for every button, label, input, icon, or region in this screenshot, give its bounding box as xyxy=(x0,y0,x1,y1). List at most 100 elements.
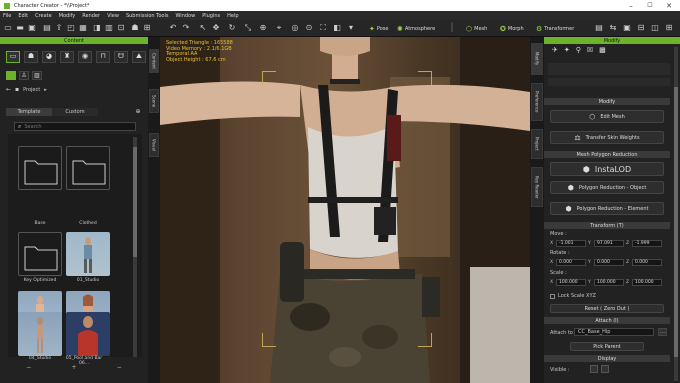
content-accessory-icon[interactable]: ◉ xyxy=(78,51,92,63)
instalod-button[interactable]: ⬢ InstaLOD xyxy=(550,162,664,176)
content-scene-icon[interactable]: ⛰ xyxy=(132,51,146,63)
zoom-icon[interactable]: ⊙ xyxy=(304,23,314,33)
section-display[interactable]: Display xyxy=(544,355,670,362)
polygon-reduction-object-button[interactable]: ⬢ Polygon Reduction - Object xyxy=(550,181,664,194)
character-thumb[interactable] xyxy=(66,312,110,356)
pick-parent-button[interactable]: Pick Parent xyxy=(570,342,644,351)
new-file-icon[interactable]: ▭ xyxy=(3,23,13,33)
morph-button[interactable]: ✪ Morph xyxy=(500,23,524,34)
folder-base[interactable] xyxy=(18,146,62,190)
screenshot-icon[interactable]: ◨ xyxy=(92,23,102,33)
menu-submission-tools[interactable]: Submission Tools xyxy=(126,13,169,19)
figure-icon[interactable]: ☗ xyxy=(130,23,140,33)
move-y-field[interactable]: Y 97.091 xyxy=(588,240,624,247)
transformer-button[interactable]: ⚙ Transformer xyxy=(536,23,574,34)
close-button[interactable]: ✕ xyxy=(660,0,678,11)
modify-scrollbar[interactable] xyxy=(674,47,678,381)
rotate-x-field[interactable]: X 0.000 xyxy=(550,259,586,266)
reset-zero-out-button[interactable]: Reset ( Zero Out ) xyxy=(550,304,664,313)
menu-plugins[interactable]: Plugins xyxy=(202,13,220,19)
motion-icon[interactable]: ✈ xyxy=(552,46,558,54)
subcategory-image-icon[interactable]: ▨ xyxy=(32,71,42,80)
tab-scene[interactable]: Scene xyxy=(149,89,159,113)
edit-mesh-button[interactable]: ⬡ Edit Mesh xyxy=(550,110,664,123)
back-arrow-icon[interactable]: ← xyxy=(6,86,11,93)
subcategory-figure-icon[interactable]: ♙ xyxy=(19,71,29,80)
rotate-y-field[interactable]: Y 0.000 xyxy=(588,259,624,266)
grid-icon[interactable]: ▥ xyxy=(104,23,114,33)
panel-toggle-1-icon[interactable]: ▤ xyxy=(594,23,604,33)
section-modify[interactable]: Modify xyxy=(544,98,670,105)
attach-to-field[interactable]: CC_Base_Hip xyxy=(574,328,654,336)
scale-y-field[interactable]: Y 100.000 xyxy=(588,279,624,286)
lock-icon[interactable]: ⊡ xyxy=(116,23,126,33)
move-x-field[interactable]: X -1.001 xyxy=(550,240,586,247)
minimize-button[interactable]: – xyxy=(622,0,640,11)
more-icon[interactable]: − xyxy=(117,364,122,373)
undo-icon[interactable]: ↶ xyxy=(168,23,178,33)
lock-scale-row[interactable]: Lock Scale XYZ xyxy=(550,293,596,299)
tab-template[interactable]: Template xyxy=(6,108,52,116)
rotate-z-field[interactable]: Z 0.000 xyxy=(626,259,662,266)
material-icon[interactable]: ☒ xyxy=(587,46,593,54)
maximize-button[interactable]: ☐ xyxy=(641,0,659,11)
lock-scale-checkbox[interactable] xyxy=(550,293,555,299)
perspective-icon[interactable]: ◧ xyxy=(332,23,342,33)
scrollbar-thumb[interactable] xyxy=(674,87,678,357)
panel-toggle-6-icon[interactable]: ⊞ xyxy=(664,23,674,33)
scrollbar-thumb[interactable] xyxy=(133,147,137,257)
menu-view[interactable]: View xyxy=(107,13,119,19)
view-options-icon[interactable]: ▾ xyxy=(346,23,356,33)
pose-button[interactable]: ✦ Pose xyxy=(369,23,388,34)
section-transform[interactable]: Transform (T) xyxy=(544,222,670,229)
atmosphere-button[interactable]: ✺ Atmosphere xyxy=(397,23,435,34)
import-icon[interactable]: ▤ xyxy=(42,23,52,33)
content-morph-icon[interactable]: ☗ xyxy=(24,51,38,63)
add-tab-icon[interactable]: ⊕ xyxy=(134,108,142,116)
menu-create[interactable]: Create xyxy=(35,13,52,19)
content-motion-icon[interactable]: ⊓ xyxy=(96,51,110,63)
content-material-icon[interactable]: ◕ xyxy=(42,51,56,63)
content-actor-icon[interactable]: ▭ xyxy=(6,51,20,63)
attach-more-button[interactable]: … xyxy=(658,328,667,336)
redo-icon[interactable]: ↷ xyxy=(181,23,191,33)
panel-toggle-5-icon[interactable]: ◫ xyxy=(650,23,660,33)
scale-x-field[interactable]: X 100.000 xyxy=(550,279,586,286)
content-scrollbar[interactable] xyxy=(133,137,137,357)
menu-file[interactable]: File xyxy=(3,13,11,19)
move-icon[interactable]: ✥ xyxy=(211,23,221,33)
menu-render[interactable]: Render xyxy=(82,13,100,19)
camera-icon[interactable]: ▦ xyxy=(78,23,88,33)
pose-icon[interactable]: ✦ xyxy=(564,46,570,54)
content-cloth-icon[interactable]: ♜ xyxy=(60,51,74,63)
tab-project[interactable]: Project xyxy=(531,129,543,159)
local-axis-icon[interactable]: ⊕ xyxy=(258,23,268,33)
character-thumb[interactable] xyxy=(18,312,62,356)
mesh-button[interactable]: ⬡ Mesh xyxy=(466,23,487,34)
export-icon[interactable]: ⇪ xyxy=(54,23,64,33)
folder-clothed[interactable] xyxy=(66,146,110,190)
texture-icon[interactable]: ▩ xyxy=(599,46,606,54)
select-icon[interactable]: ↖ xyxy=(198,23,208,33)
move-z-field[interactable]: Z -1.999 xyxy=(626,240,662,247)
camera-orbit-icon[interactable]: ◎ xyxy=(290,23,300,33)
morph-icon[interactable]: ⚲ xyxy=(576,46,581,54)
remove-icon[interactable]: − xyxy=(26,364,31,373)
scale-z-field[interactable]: Z 100.000 xyxy=(626,279,662,286)
menu-edit[interactable]: Edit xyxy=(18,13,28,19)
fit-view-icon[interactable]: ⛶ xyxy=(318,23,328,33)
panel-toggle-2-icon[interactable]: ⇆ xyxy=(608,23,618,33)
tab-custom[interactable]: Custom xyxy=(52,108,98,116)
menu-window[interactable]: Window xyxy=(175,13,195,19)
subcategory-project-icon[interactable] xyxy=(6,71,16,80)
tab-modify[interactable]: Modify xyxy=(531,43,543,75)
tab-key-reader[interactable]: Key Reader xyxy=(531,167,543,207)
save-icon[interactable]: ▣ xyxy=(27,23,37,33)
character-thumb[interactable] xyxy=(66,232,110,276)
render-icon[interactable]: ◰ xyxy=(66,23,76,33)
tab-visual[interactable]: Visual xyxy=(149,133,159,157)
section-mesh-polygon-reduction[interactable]: Mesh Polygon Reduction xyxy=(544,151,670,158)
tab-content[interactable]: Content xyxy=(149,49,159,73)
menu-help[interactable]: Help xyxy=(227,13,238,19)
scale-icon[interactable]: ⤡ xyxy=(243,23,253,33)
